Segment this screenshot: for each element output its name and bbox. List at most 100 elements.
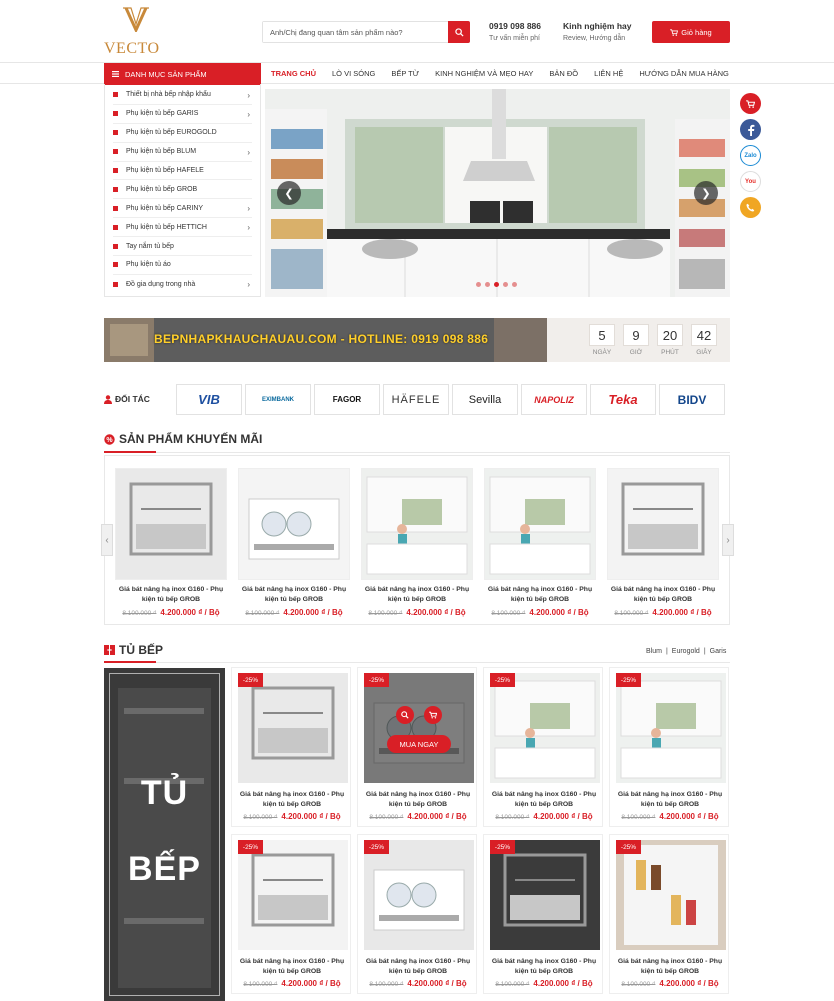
buy-now-button[interactable]: MUA NGAY bbox=[387, 735, 451, 753]
hero-prev-button[interactable]: ❮ bbox=[277, 181, 301, 205]
kitchen-feature-panel[interactable]: TỦ BẾP bbox=[104, 668, 225, 1001]
partner-logo[interactable]: HÄFELE bbox=[383, 384, 449, 415]
product-image-frame[interactable]: -25% bbox=[616, 673, 726, 783]
category-menu-toggle[interactable]: DANH MỤC SẢN PHẨM bbox=[104, 63, 261, 85]
youtube-button[interactable]: You bbox=[740, 171, 761, 192]
product-name[interactable]: Giá bát nâng hạ inox G160 - Phụ kiện tủ … bbox=[362, 790, 474, 810]
search-button[interactable] bbox=[448, 21, 470, 43]
hero-slider[interactable]: ❮ ❯ bbox=[265, 89, 730, 297]
promo-product-card[interactable]: Giá bát nâng hạ inox G160 - Phụ kiện tủ … bbox=[115, 468, 227, 617]
partner-logo[interactable]: EXIMBANK bbox=[245, 384, 311, 415]
product-name[interactable]: Giá bát nâng hạ inox G160 - Phụ kiện tủ … bbox=[484, 585, 596, 605]
kitchen-sublink[interactable]: Garis bbox=[710, 648, 727, 655]
nav-item[interactable]: BẾP TỪ bbox=[383, 63, 427, 85]
category-item[interactable]: Phụ kiện tủ bếp EUROGOLD bbox=[113, 124, 252, 143]
nav-item[interactable]: TRANG CHỦ bbox=[263, 63, 324, 85]
category-item[interactable]: Phụ kiện tủ bếp HAFELE bbox=[113, 162, 252, 181]
product-image-frame[interactable]: -25% bbox=[616, 840, 726, 950]
add-to-cart-button[interactable] bbox=[424, 706, 442, 724]
product-name[interactable]: Giá bát nâng hạ inox G160 - Phụ kiện tủ … bbox=[236, 957, 348, 977]
category-item[interactable]: Đồ gia dụng trong nhà › bbox=[113, 275, 252, 294]
category-item[interactable]: Thiết bị nhà bếp nhập khẩu › bbox=[113, 86, 252, 105]
partner-logo[interactable]: FAGOR bbox=[314, 384, 380, 415]
hero-next-button[interactable]: ❯ bbox=[694, 181, 718, 205]
partner-logo[interactable]: NAPOLIZ bbox=[521, 384, 587, 415]
promo-next-button[interactable]: › bbox=[722, 524, 734, 556]
product-image-frame[interactable]: -25% bbox=[238, 840, 348, 950]
category-item[interactable]: Phụ kiện tủ bếp BLUM › bbox=[113, 143, 252, 162]
kitchen-title-rule bbox=[104, 662, 730, 663]
product-name[interactable]: Giá bát nâng hạ inox G160 - Phụ kiện tủ … bbox=[614, 957, 726, 977]
promo-product-card[interactable]: Giá bát nâng hạ inox G160 - Phụ kiện tủ … bbox=[607, 468, 719, 617]
product-name[interactable]: Giá bát nâng hạ inox G160 - Phụ kiện tủ … bbox=[238, 585, 350, 605]
nav-item[interactable]: LIÊN HỆ bbox=[586, 63, 631, 85]
kitchen-product-card[interactable]: -25% Giá bát nâng hạ inox G160 - Phụ kiện… bbox=[357, 834, 477, 994]
kitchen-product-card[interactable]: -25% Giá bát nâng hạ inox G160 - Phụ kiện… bbox=[231, 834, 351, 994]
sale-price: 4.200.000 ₫ / Bộ bbox=[652, 608, 712, 617]
promo-product-card[interactable]: Giá bát nâng hạ inox G160 - Phụ kiện tủ … bbox=[484, 468, 596, 617]
product-name[interactable]: Giá bát nâng hạ inox G160 - Phụ kiện tủ … bbox=[361, 585, 473, 605]
partner-logo[interactable]: Teka bbox=[590, 384, 656, 415]
product-name[interactable]: Giá bát nâng hạ inox G160 - Phụ kiện tủ … bbox=[115, 585, 227, 605]
nav-item[interactable]: KINH NGHIỆM VÀ MẸO HAY bbox=[427, 63, 541, 85]
hotline-block[interactable]: 0919 098 886 Tư vấn miễn phí bbox=[489, 21, 541, 42]
slide-dot[interactable] bbox=[476, 282, 481, 287]
promo-prev-button[interactable]: ‹ bbox=[101, 524, 113, 556]
search-input[interactable] bbox=[263, 22, 449, 42]
product-image-frame[interactable]: -25% bbox=[490, 840, 600, 950]
float-cart-button[interactable] bbox=[740, 93, 761, 114]
search-icon bbox=[401, 711, 409, 719]
kitchen-product-card[interactable]: -25% Giá bát nâng hạ inox G160 - Phụ kiện… bbox=[609, 834, 729, 994]
product-name[interactable]: Giá bát nâng hạ inox G160 - Phụ kiện tủ … bbox=[488, 790, 600, 810]
product-name[interactable]: Giá bát nâng hạ inox G160 - Phụ kiện tủ … bbox=[614, 790, 726, 810]
category-item[interactable]: Phụ kiện tủ bếp HETTICH › bbox=[113, 218, 252, 238]
product-image-frame[interactable] bbox=[607, 468, 719, 580]
quick-view-button[interactable] bbox=[396, 706, 414, 724]
partner-logo[interactable]: Sevilla bbox=[452, 384, 518, 415]
facebook-button[interactable] bbox=[740, 119, 761, 140]
slide-dot[interactable] bbox=[512, 282, 517, 287]
product-image-frame[interactable] bbox=[361, 468, 473, 580]
phone-button[interactable] bbox=[740, 197, 761, 218]
nav-item[interactable]: HƯỚNG DẪN MUA HÀNG bbox=[631, 63, 737, 85]
kitchen-product-card[interactable]: -25% MUA NGAY Giá bát nâng hạ inox G160 - … bbox=[357, 667, 477, 827]
product-name[interactable]: Giá bát nâng hạ inox G160 - Phụ kiện tủ … bbox=[607, 585, 719, 605]
product-image-frame[interactable] bbox=[484, 468, 596, 580]
zalo-button[interactable]: Zalo bbox=[740, 145, 761, 166]
cart-button[interactable]: Giỏ hàng bbox=[652, 21, 730, 43]
product-name[interactable]: Giá bát nâng hạ inox G160 - Phụ kiện tủ … bbox=[236, 790, 348, 810]
product-image-frame[interactable]: -25% bbox=[364, 840, 474, 950]
category-item[interactable]: Phụ kiện tủ bếp GARIS › bbox=[113, 105, 252, 124]
promo-product-card[interactable]: Giá bát nâng hạ inox G160 - Phụ kiện tủ … bbox=[361, 468, 473, 617]
promo-banner[interactable]: BEPNHAPKHAUCHAUAU.COM - HOTLINE: 0919 09… bbox=[104, 318, 730, 362]
category-item[interactable]: Tay nắm tủ bếp bbox=[113, 237, 252, 257]
nav-item[interactable]: LÒ VI SÓNG bbox=[324, 63, 383, 85]
product-image-frame[interactable]: -25% MUA NGAY bbox=[364, 673, 474, 783]
promo-product-card[interactable]: Giá bát nâng hạ inox G160 - Phụ kiện tủ … bbox=[238, 468, 350, 617]
slide-dot[interactable] bbox=[494, 282, 499, 287]
slide-dot[interactable] bbox=[485, 282, 490, 287]
site-logo[interactable]: VECTO bbox=[104, 6, 168, 58]
experience-block[interactable]: Kinh nghiệm hay Review, Hướng dẫn bbox=[563, 21, 631, 42]
old-price: 8.100.000 ₫ bbox=[621, 981, 656, 988]
product-image-frame[interactable] bbox=[238, 468, 350, 580]
partner-logo[interactable]: BIDV bbox=[659, 384, 725, 415]
nav-item[interactable]: BẢN ĐỒ bbox=[541, 63, 586, 85]
partner-logo[interactable]: VIB bbox=[176, 384, 242, 415]
product-image-frame[interactable]: -25% bbox=[490, 673, 600, 783]
kitchen-product-card[interactable]: -25% Giá bát nâng hạ inox G160 - Phụ kiện… bbox=[483, 834, 603, 994]
product-name[interactable]: Giá bát nâng hạ inox G160 - Phụ kiện tủ … bbox=[488, 957, 600, 977]
product-name[interactable]: Giá bát nâng hạ inox G160 - Phụ kiện tủ … bbox=[362, 957, 474, 977]
kitchen-product-card[interactable]: -25% Giá bát nâng hạ inox G160 - Phụ kiện… bbox=[231, 667, 351, 827]
category-item[interactable]: Phụ kiện tủ áo bbox=[113, 256, 252, 275]
category-item[interactable]: Phụ kiện tủ bếp GROB bbox=[113, 180, 252, 200]
kitchen-sublink[interactable]: Blum bbox=[646, 648, 662, 655]
promo-section-title: % SẢN PHẨM KHUYẾN MÃI bbox=[104, 432, 262, 446]
product-image-frame[interactable] bbox=[115, 468, 227, 580]
kitchen-product-card[interactable]: -25% Giá bát nâng hạ inox G160 - Phụ kiện… bbox=[483, 667, 603, 827]
kitchen-sublink[interactable]: Eurogold bbox=[672, 648, 700, 655]
category-item[interactable]: Phụ kiện tủ bếp CARINY › bbox=[113, 199, 252, 219]
product-image-frame[interactable]: -25% bbox=[238, 673, 348, 783]
kitchen-product-card[interactable]: -25% Giá bát nâng hạ inox G160 - Phụ kiện… bbox=[609, 667, 729, 827]
slide-dot[interactable] bbox=[503, 282, 508, 287]
